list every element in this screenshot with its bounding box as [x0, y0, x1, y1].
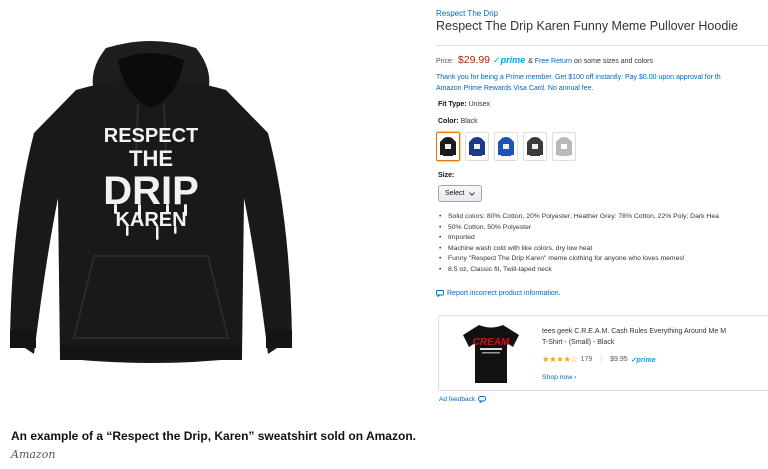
hoodie-print-line-2: THE: [129, 146, 173, 171]
shop-now-link[interactable]: Shop now ›: [542, 374, 576, 381]
tshirt-image: CREAM: [463, 325, 519, 383]
list-item: Funny "Respect The Drip Karen" meme clot…: [439, 254, 768, 265]
prime-card-promo[interactable]: Thank you for being a Prime member. Get …: [436, 72, 768, 94]
free-return-prefix: &: [528, 58, 535, 65]
ad-feedback-text: Ad feedback: [439, 396, 476, 403]
free-return-text: & Free Return on some sizes and colors: [528, 58, 653, 65]
prime-badge: ✓prime: [630, 356, 656, 364]
list-item: 8.5 oz, Classic fit, Twill-taped neck: [439, 265, 768, 276]
shirt-print: CREAM: [473, 337, 510, 348]
brand-link[interactable]: Respect The Drip: [436, 9, 498, 18]
ad-rating-row: ★★★★☆ 179 | $9.95 ✓prime: [542, 354, 656, 365]
image-credit: Amazon: [11, 448, 56, 461]
prime-check-icon: ✓: [493, 55, 501, 65]
list-item: Machine wash cold with like colors, dry …: [439, 244, 768, 255]
product-title: Respect The Drip Karen Funny Meme Pullov…: [436, 19, 738, 33]
ad-title-line-2: T-Shirt - (Small) - Black: [542, 339, 615, 346]
ad-title[interactable]: tees geek C.R.E.A.M. Cash Rules Everythi…: [542, 326, 726, 348]
list-item: Imported: [439, 233, 768, 244]
report-text: Report incorrect product information.: [447, 290, 561, 297]
ad-price: $9.95: [610, 356, 628, 363]
ad-title-line-1: tees geek C.R.E.A.M. Cash Rules Everythi…: [542, 328, 727, 335]
hoodie-thumb-icon: [556, 136, 572, 156]
swatch-heather-grey[interactable]: [552, 132, 576, 161]
comment-icon: [478, 396, 487, 403]
hoodie-print-line-1: RESPECT: [104, 125, 198, 147]
hoodie-thumb-icon: [440, 136, 456, 156]
size-label: Size:: [438, 172, 454, 179]
sponsored-ad[interactable]: CREAM tees geek C.R.E.A.M. Cash Rules Ev…: [438, 315, 768, 391]
chevron-down-icon: [469, 191, 476, 196]
swatch-royal-blue[interactable]: [494, 132, 518, 161]
fit-type: Fit Type: Unisex: [438, 101, 490, 108]
free-return-suffix: on some sizes and colors: [572, 58, 654, 65]
hoodie-thumb-icon: [527, 136, 543, 156]
image-caption: An example of a “Respect the Drip, Karen…: [11, 429, 416, 443]
size-select-value: Select: [445, 190, 465, 197]
price: $29.99: [457, 54, 491, 66]
color-row: Color: Black: [438, 118, 478, 125]
prime-badge: prime: [500, 55, 526, 65]
price-row: Price: $29.99 ✓ prime & Free Return on s…: [436, 54, 653, 66]
color-swatches: [436, 132, 576, 161]
product-image[interactable]: RESPECT THE DRIP KAREN: [6, 38, 296, 373]
divider: [436, 45, 768, 46]
color-value: Black: [460, 118, 478, 125]
hoodie-thumb-icon: [469, 136, 485, 156]
list-item: Solid colors: 80% Cotton, 20% Polyester;…: [439, 212, 768, 223]
fit-type-value: Unisex: [468, 101, 491, 108]
size-select[interactable]: Select: [438, 185, 482, 202]
star-rating-icon: ★★★★☆: [542, 354, 578, 364]
comment-icon: [436, 290, 444, 297]
swatch-black[interactable]: [436, 132, 460, 161]
divider: |: [600, 356, 603, 363]
swatch-navy[interactable]: [465, 132, 489, 161]
free-return-link[interactable]: Free Return: [535, 58, 572, 65]
color-label: Color:: [438, 118, 459, 125]
fit-type-label: Fit Type:: [438, 101, 467, 108]
report-link[interactable]: Report incorrect product information.: [436, 290, 561, 297]
product-detail-panel: Respect The Drip Respect The Drip Karen …: [436, 0, 768, 420]
hoodie-image: RESPECT THE DRIP KAREN: [10, 41, 292, 363]
ad-feedback-link[interactable]: Ad feedback: [439, 396, 487, 403]
promo-line-1: Thank you for being a Prime member. Get …: [436, 74, 721, 81]
size-label-text: Size:: [438, 172, 455, 179]
swatch-dark-heather[interactable]: [523, 132, 547, 161]
feature-bullets: Solid colors: 80% Cotton, 20% Polyester;…: [439, 212, 768, 275]
price-label: Price:: [436, 58, 454, 65]
hoodie-thumb-icon: [498, 136, 514, 156]
promo-line-2: Amazon Prime Rewards Visa Card. No annua…: [436, 85, 594, 92]
rating-count[interactable]: 179: [581, 356, 593, 363]
list-item: 50% Cotton, 50% Polyester: [439, 223, 768, 234]
